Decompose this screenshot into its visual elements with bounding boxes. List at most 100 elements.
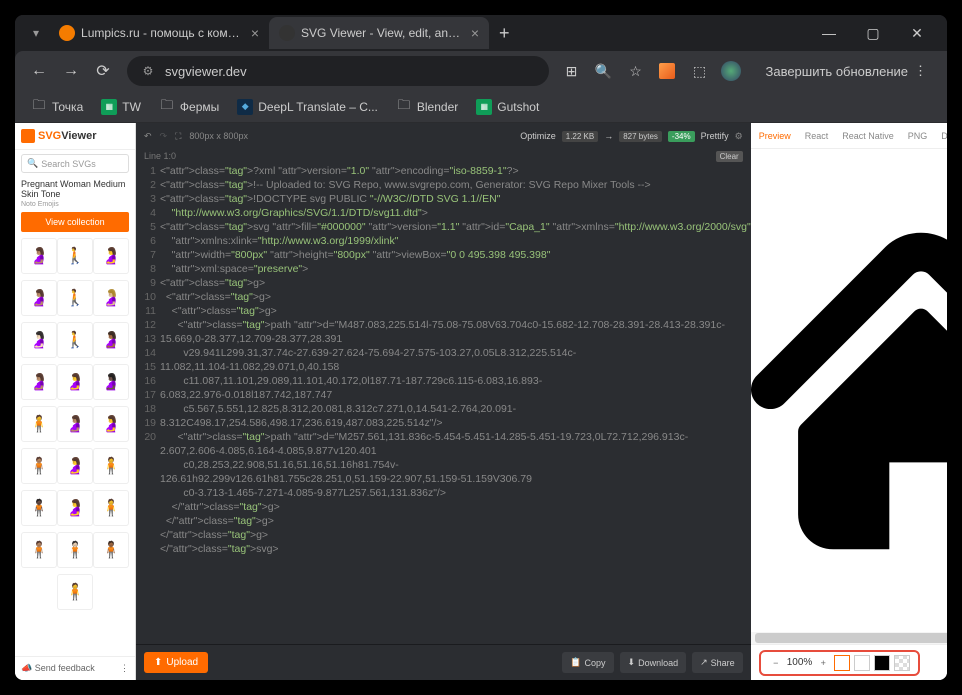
svg-thumbnail[interactable]: 🤰🏿 <box>93 364 129 400</box>
bookmark-star-icon[interactable]: ☆ <box>621 57 649 85</box>
tab-png[interactable]: PNG <box>908 131 928 141</box>
minimize-button[interactable]: — <box>807 18 851 48</box>
dimensions-label: 800px x 800px <box>189 131 248 141</box>
svg-thumbnail[interactable]: 🚶 <box>57 238 93 274</box>
new-tab-button[interactable]: + <box>489 23 520 44</box>
bookmark-blender[interactable]: 🗀 Blender <box>388 95 466 119</box>
tab-react-native[interactable]: React Native <box>842 131 894 141</box>
sheets-icon: ▦ <box>101 99 117 115</box>
maximize-button[interactable]: ▢ <box>851 18 895 48</box>
bookmark-tw[interactable]: ▦ TW <box>93 95 149 119</box>
search-input[interactable]: 🔍 Search SVGs <box>21 154 129 173</box>
close-button[interactable]: ✕ <box>895 18 939 48</box>
undo-icon[interactable]: ↶ <box>144 131 152 142</box>
svg-thumbnail[interactable]: 🚶 <box>57 322 93 358</box>
bg-transparent[interactable] <box>894 655 910 671</box>
bg-white[interactable] <box>834 655 850 671</box>
copy-button[interactable]: 📋 Copy <box>562 652 613 673</box>
zoom-out-button[interactable]: − <box>769 658 783 668</box>
svg-thumbnail[interactable]: 🧍 <box>93 448 129 484</box>
translate-icon[interactable]: ⊞ <box>557 57 585 85</box>
tab-favicon-icon <box>279 25 295 41</box>
redo-icon[interactable]: ↷ <box>160 131 168 142</box>
horizontal-scrollbar[interactable] <box>751 632 947 644</box>
sheets-icon: ▦ <box>476 99 492 115</box>
expand-icon[interactable]: ⛶ <box>175 131 181 142</box>
logo-icon <box>21 129 35 143</box>
deepl-icon: ◆ <box>237 99 253 115</box>
extensions-icon[interactable]: ⬚ <box>685 57 713 85</box>
zoom-icon[interactable]: 🔍 <box>589 57 617 85</box>
app-logo[interactable]: SVGViewer <box>15 123 135 150</box>
svg-thumbnail[interactable]: 🧍🏽 <box>21 532 57 568</box>
svg-thumbnail[interactable]: 🤰 <box>93 406 129 442</box>
code-editor[interactable]: 1234567891011121314151617181920 <"attr">… <box>136 164 751 644</box>
svg-thumbnail[interactable]: 🚶 <box>57 280 93 316</box>
zoom-value: 100% <box>787 657 813 668</box>
preview-panel: Preview React React Native PNG Data URI … <box>751 123 947 680</box>
download-button[interactable]: ⬇ Download <box>620 652 687 673</box>
size-after: 827 bytes <box>619 131 662 142</box>
svg-thumbnail[interactable]: 🤰🏽 <box>57 406 93 442</box>
svg-thumbnail[interactable]: 🧍 <box>57 574 93 610</box>
browser-tab-svgviewer[interactable]: SVG Viewer - View, edit, and op × <box>269 17 489 49</box>
collection-title: Pregnant Woman Medium Skin Tone <box>15 177 135 201</box>
cursor-position: Line 1:0 <box>144 151 176 162</box>
bg-black[interactable] <box>874 655 890 671</box>
svg-thumbnail[interactable]: 🧍🏻 <box>57 532 93 568</box>
tabs-dropdown-icon[interactable]: ▾ <box>23 26 49 40</box>
view-collection-button[interactable]: View collection <box>21 212 129 232</box>
profile-avatar-icon[interactable] <box>717 57 745 85</box>
browser-titlebar: ▾ Lumpics.ru - помощь с компьк × SVG Vie… <box>15 15 947 51</box>
reload-button[interactable]: ⟳ <box>87 55 119 87</box>
site-settings-icon[interactable]: ⚙ <box>139 62 157 80</box>
bookmark-fermy[interactable]: 🗀 Фермы <box>151 95 227 119</box>
url-input[interactable]: ⚙ svgviewer.dev <box>127 56 549 86</box>
svg-thumbnail[interactable]: 🤰 <box>57 448 93 484</box>
tab-title: SVG Viewer - View, edit, and op <box>301 26 465 40</box>
bookmark-gutshot[interactable]: ▦ Gutshot <box>468 95 547 119</box>
prettify-button[interactable]: Prettify <box>701 131 729 141</box>
svg-thumbnail[interactable]: 🤰🏽 <box>21 238 57 274</box>
metamask-icon[interactable] <box>653 57 681 85</box>
svg-thumbnail[interactable]: 🤰 <box>93 238 129 274</box>
svg-thumbnail[interactable]: 🤰🏽 <box>21 364 57 400</box>
address-bar: ← → ⟳ ⚙ svgviewer.dev ⊞ 🔍 ☆ ⬚ Завершить … <box>15 51 947 91</box>
update-chrome-button[interactable]: Завершить обновление ⋮ <box>753 57 939 85</box>
svg-thumbnail[interactable]: 🤰 <box>57 490 93 526</box>
sidebar-menu-icon[interactable]: ⋮ <box>120 663 129 674</box>
forward-button[interactable]: → <box>55 55 87 87</box>
tab-data-uri[interactable]: Data URI <box>941 131 947 141</box>
browser-tab-lumpics[interactable]: Lumpics.ru - помощь с компьк × <box>49 17 269 49</box>
collection-subtitle: Noto Emojis <box>15 201 135 212</box>
send-feedback-link[interactable]: 📣 Send feedback <box>21 663 95 674</box>
clear-button[interactable]: Clear <box>716 151 743 162</box>
bg-white-alt[interactable] <box>854 655 870 671</box>
svg-preview[interactable] <box>751 149 947 632</box>
bookmark-tochka[interactable]: 🗀 Точка <box>23 95 91 119</box>
bookmark-deepl[interactable]: ◆ DeepL Translate – C... <box>229 95 386 119</box>
tab-react[interactable]: React <box>805 131 829 141</box>
svg-thumbnail[interactable]: 🧍 <box>93 490 129 526</box>
svg-thumbnail[interactable]: 🤰🏽 <box>21 280 57 316</box>
svg-thumbnail[interactable]: 🧍🏾 <box>93 532 129 568</box>
zoom-in-button[interactable]: + <box>816 658 830 668</box>
tab-close-icon[interactable]: × <box>251 25 259 41</box>
svg-thumbnail[interactable]: 🧍 <box>21 406 57 442</box>
share-button[interactable]: ↗ Share <box>692 652 743 673</box>
back-button[interactable]: ← <box>23 55 55 87</box>
svg-thumbnail[interactable]: 🤰 <box>57 364 93 400</box>
svg-thumbnail[interactable]: 🧍🏿 <box>21 490 57 526</box>
preview-tabs: Preview React React Native PNG Data URI <box>751 123 947 149</box>
tab-title: Lumpics.ru - помощь с компьк <box>81 26 245 40</box>
tab-preview[interactable]: Preview <box>759 131 791 141</box>
svg-thumbnail[interactable]: 🤰🏾 <box>93 322 129 358</box>
settings-icon[interactable]: ⚙ <box>735 131 743 142</box>
svg-thumbnail[interactable]: 🧍🏽 <box>21 448 57 484</box>
svg-thumbnail[interactable]: 🤰🏻 <box>21 322 57 358</box>
tab-close-icon[interactable]: × <box>471 25 479 41</box>
bookmarks-bar: 🗀 Точка ▦ TW 🗀 Фермы ◆ DeepL Translate –… <box>15 91 947 123</box>
optimize-button[interactable]: Optimize <box>520 131 556 141</box>
upload-button[interactable]: ⬆ Upload <box>144 652 208 673</box>
svg-thumbnail[interactable]: 🤰🏼 <box>93 280 129 316</box>
